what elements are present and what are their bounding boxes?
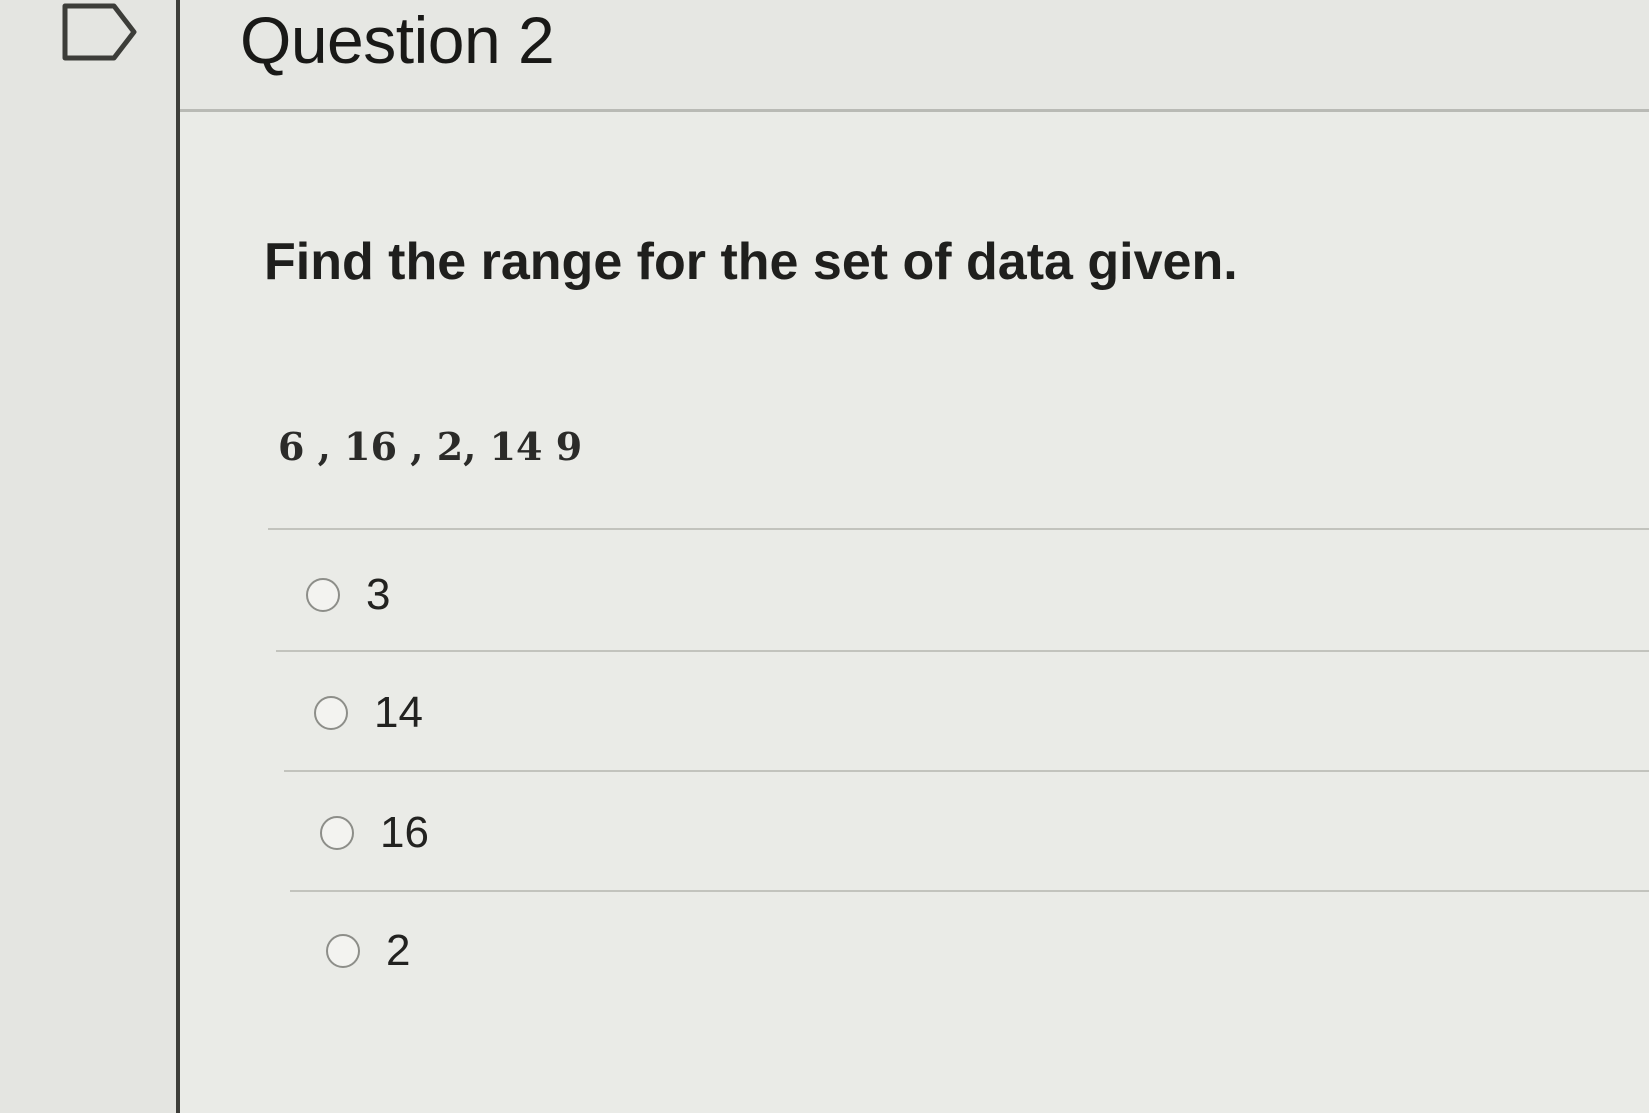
answer-option[interactable]: 16 [320, 808, 429, 858]
answer-option-label: 16 [380, 808, 429, 857]
answer-option[interactable]: 3 [306, 570, 390, 620]
answer-option[interactable]: 14 [314, 688, 423, 738]
answer-option-label: 2 [386, 926, 411, 975]
question-prompt: Find the range for the set of data given… [264, 233, 1238, 291]
radio-button[interactable] [326, 934, 360, 968]
left-rail [0, 0, 176, 1113]
question-panel: Question 2 Find the range for the set of… [176, 0, 1649, 1113]
divider [276, 650, 1649, 652]
answer-option-label: 3 [366, 570, 391, 619]
radio-button[interactable] [306, 578, 340, 612]
radio-button[interactable] [320, 816, 354, 850]
answer-option[interactable]: 2 [326, 926, 410, 976]
divider [290, 890, 1649, 892]
question-title: Question 2 [240, 3, 555, 77]
question-header: Question 2 [180, 0, 1649, 112]
data-set: 6 , 16 , 2, 14 9 [278, 424, 583, 469]
divider [268, 528, 1649, 530]
answer-option-label: 14 [374, 688, 423, 737]
radio-button[interactable] [314, 696, 348, 730]
divider [284, 770, 1649, 772]
flag-icon[interactable] [62, 2, 140, 64]
